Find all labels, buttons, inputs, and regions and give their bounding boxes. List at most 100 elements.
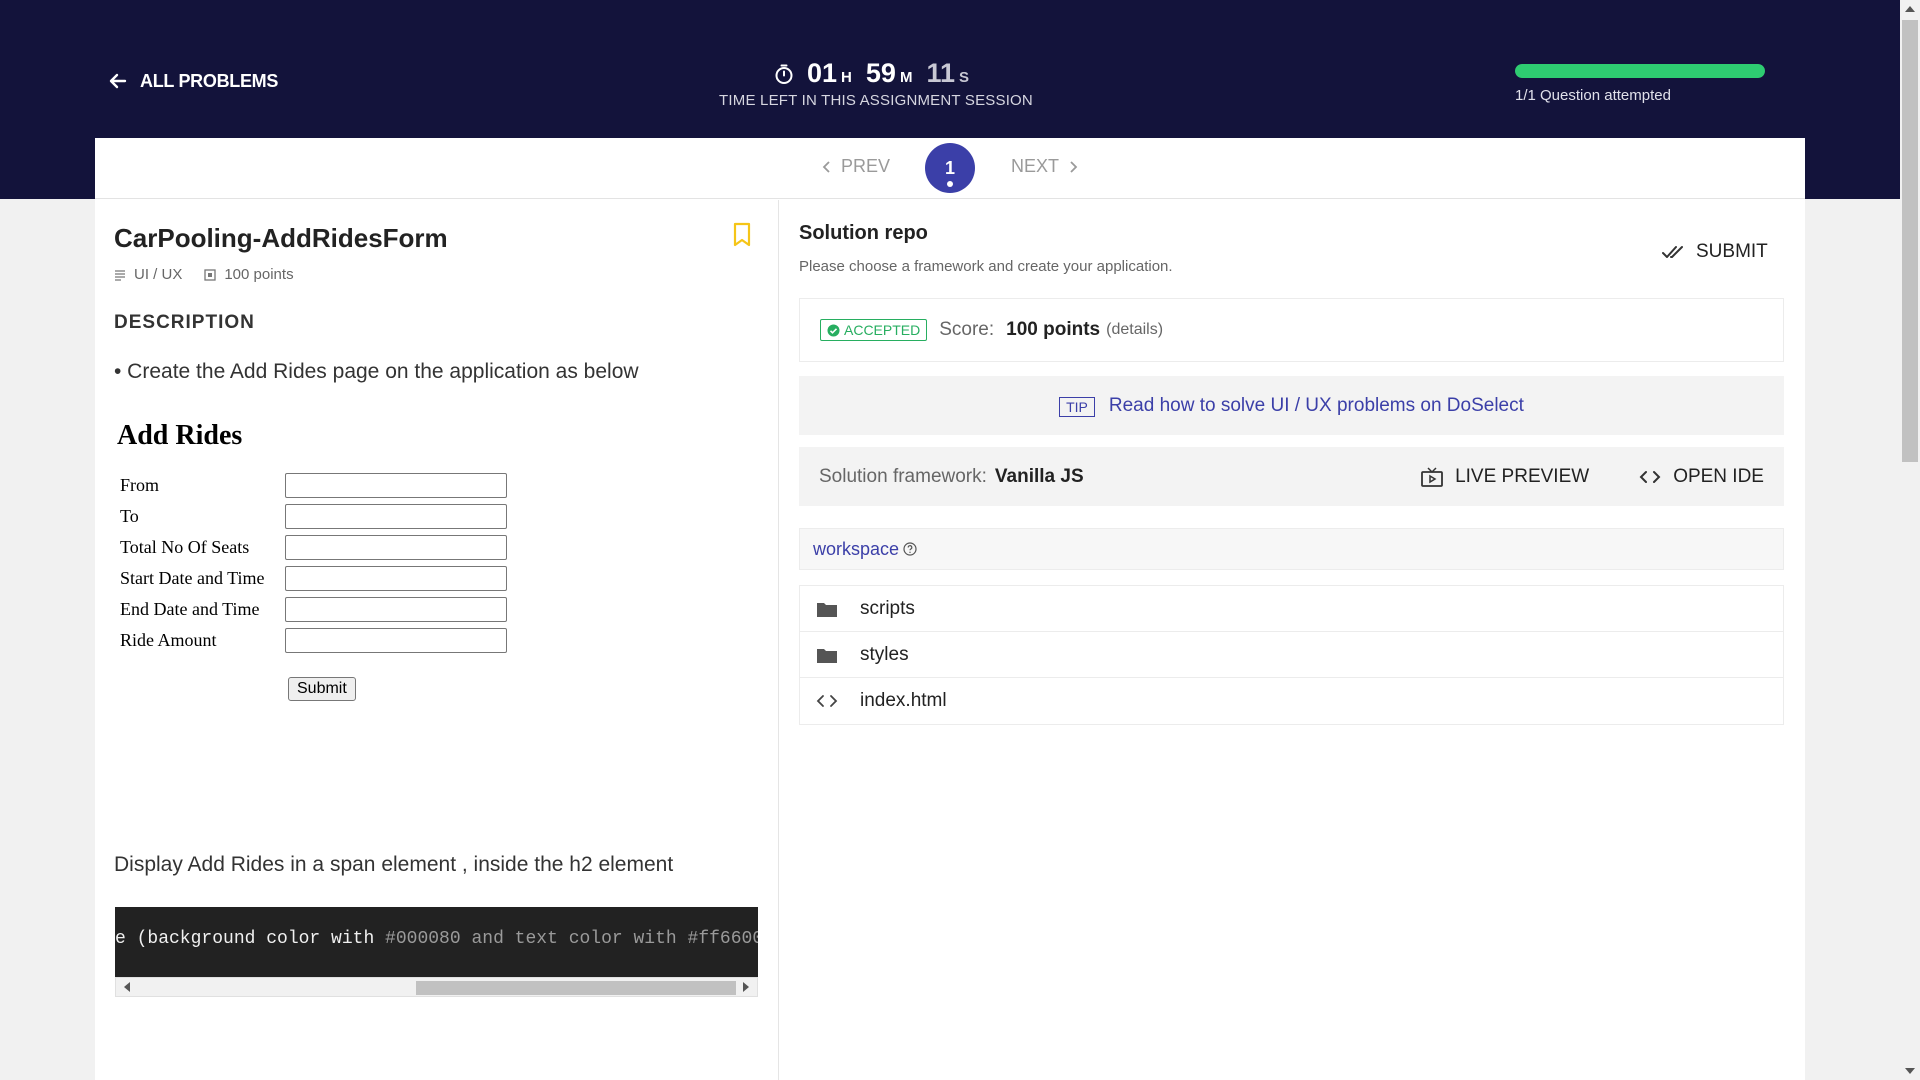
workspace-breadcrumb: workspace xyxy=(799,528,1784,570)
problem-card: PREV 1 NEXT CarPooling-AddRidesForm UI /… xyxy=(95,138,1805,1080)
solution-subtitle: Please choose a framework and create you… xyxy=(799,258,1173,275)
folder-icon xyxy=(817,648,837,663)
progress-track xyxy=(1515,64,1765,78)
sample-field-label: To xyxy=(120,506,139,526)
open-ide-button[interactable]: OPEN IDE xyxy=(1639,466,1764,488)
problem-meta: UI / UX 100 points xyxy=(114,266,294,283)
sample-field-row: From xyxy=(117,470,507,501)
sample-field-row: To xyxy=(117,501,507,532)
sample-form-image: Add Rides From To Total No Of Seats Star… xyxy=(117,420,507,701)
timer-hours-unit: H xyxy=(841,69,852,86)
live-preview-button[interactable]: LIVE PREVIEW xyxy=(1421,466,1589,488)
file-row[interactable]: styles xyxy=(800,632,1783,678)
arrow-left-icon xyxy=(109,73,127,89)
sample-field-input xyxy=(285,628,507,653)
code-color-2: #ff6600 xyxy=(687,929,758,949)
all-problems-link[interactable]: ALL PROBLEMS xyxy=(108,69,278,93)
session-timer: 01 H 59 M 11 S TIME LEFT IN THIS ASSIGNM… xyxy=(700,58,1052,109)
next-button[interactable]: NEXT xyxy=(1011,156,1079,177)
timer-caption: TIME LEFT IN THIS ASSIGNMENT SESSION xyxy=(719,92,1033,109)
code-color-1: #000080 xyxy=(385,929,461,949)
tip-link[interactable]: Read how to solve UI / UX problems on Do… xyxy=(1109,395,1524,417)
bookmark-icon[interactable] xyxy=(732,222,752,248)
timer-seconds-unit: S xyxy=(958,69,969,86)
double-check-icon xyxy=(1662,246,1683,258)
file-name: scripts xyxy=(860,597,915,619)
sample-field-row: Start Date and Time xyxy=(117,563,507,594)
submit-label: SUBMIT xyxy=(1696,241,1768,262)
scroll-right-arrow-icon[interactable] xyxy=(743,982,749,992)
chevron-right-icon xyxy=(1070,160,1078,173)
timer-seconds: 11 xyxy=(926,58,955,88)
code-icon xyxy=(816,695,838,707)
live-preview-label: LIVE PREVIEW xyxy=(1455,465,1590,487)
scroll-up-arrow-icon[interactable] xyxy=(1905,6,1915,12)
folder-icon xyxy=(817,602,837,617)
check-circle-icon xyxy=(827,324,840,336)
scroll-down-arrow-icon[interactable] xyxy=(1905,1068,1915,1074)
file-list: scripts styles index.html xyxy=(799,585,1784,725)
all-problems-label: ALL PROBLEMS xyxy=(140,70,279,91)
tip-badge: TIP xyxy=(1059,396,1095,417)
status-badge: ACCEPTED xyxy=(820,319,928,341)
sample-field-input xyxy=(285,504,507,529)
stopwatch-icon xyxy=(775,64,793,84)
description-heading: DESCRIPTION xyxy=(114,312,255,333)
score-panel: ACCEPTED Score: 100 points (details) xyxy=(799,298,1784,362)
file-row[interactable]: scripts xyxy=(800,586,1783,632)
timer-hours: 01 xyxy=(807,58,838,88)
display-instruction: Display Add Rides in a span element , in… xyxy=(114,853,674,876)
sample-field-label: End Date and Time xyxy=(120,599,260,619)
panel-divider xyxy=(778,200,779,1080)
timer-minutes-unit: M xyxy=(899,69,913,86)
code-horizontal-scrollbar[interactable] xyxy=(115,977,758,997)
problem-title: CarPooling-AddRidesForm xyxy=(114,223,448,253)
tv-icon xyxy=(1421,466,1443,487)
file-name: styles xyxy=(860,643,909,665)
progress-text: 1/1 Question attempted xyxy=(1515,87,1671,104)
prev-button[interactable]: PREV xyxy=(821,156,890,177)
scroll-left-arrow-icon[interactable] xyxy=(124,982,130,992)
page-vertical-scrollbar[interactable] xyxy=(1900,0,1920,1080)
tip-panel: TIP Read how to solve UI / UX problems o… xyxy=(799,376,1784,435)
sample-field-row: End Date and Time xyxy=(117,594,507,625)
solution-title: Solution repo xyxy=(799,222,928,244)
current-question-button[interactable]: 1 xyxy=(925,143,975,193)
scrollbar-thumb[interactable] xyxy=(416,981,736,995)
problem-points: 100 points xyxy=(204,266,294,283)
sample-field-label: From xyxy=(120,475,160,495)
file-row[interactable]: index.html xyxy=(800,678,1783,724)
file-name: index.html xyxy=(860,690,947,711)
category-label: UI / UX xyxy=(134,266,183,283)
framework-panel: Solution framework: Vanilla JS LIVE PREV… xyxy=(799,447,1784,506)
sample-field-label: Ride Amount xyxy=(120,630,217,650)
code-block: e (background color with #000080 and tex… xyxy=(115,907,758,977)
code-prefix: e (background color with xyxy=(115,929,386,949)
status-badge-label: ACCEPTED xyxy=(844,322,921,338)
score-label: Score: xyxy=(939,319,995,340)
next-label: NEXT xyxy=(1011,156,1060,176)
question-pager: PREV 1 NEXT xyxy=(95,138,1805,199)
workspace-link[interactable]: workspace xyxy=(813,539,899,560)
sample-form-heading: Add Rides xyxy=(117,420,243,451)
score-value: 100 points xyxy=(1006,319,1101,340)
timer-minutes: 59 xyxy=(865,58,896,88)
problem-category: UI / UX xyxy=(114,266,182,283)
progress-fill xyxy=(1515,64,1765,78)
page-scrollbar-thumb[interactable] xyxy=(1902,20,1918,462)
sample-field-input xyxy=(285,566,507,591)
sample-field-label: Start Date and Time xyxy=(120,568,265,588)
points-label: 100 points xyxy=(224,266,294,283)
sample-field-label: Total No Of Seats xyxy=(120,537,250,557)
current-indicator-dot xyxy=(947,181,953,187)
open-ide-label: OPEN IDE xyxy=(1673,465,1764,487)
sample-field-row: Total No Of Seats xyxy=(117,532,507,563)
submit-button[interactable]: SUBMIT xyxy=(1662,241,1768,263)
help-icon[interactable] xyxy=(903,542,917,556)
code-icon xyxy=(1639,470,1661,483)
prev-label: PREV xyxy=(841,156,891,176)
score-details-link[interactable]: (details) xyxy=(1106,321,1163,339)
chevron-left-icon xyxy=(822,160,830,173)
sample-submit-button: Submit xyxy=(288,677,356,701)
sample-field-row: Ride Amount xyxy=(117,625,507,656)
